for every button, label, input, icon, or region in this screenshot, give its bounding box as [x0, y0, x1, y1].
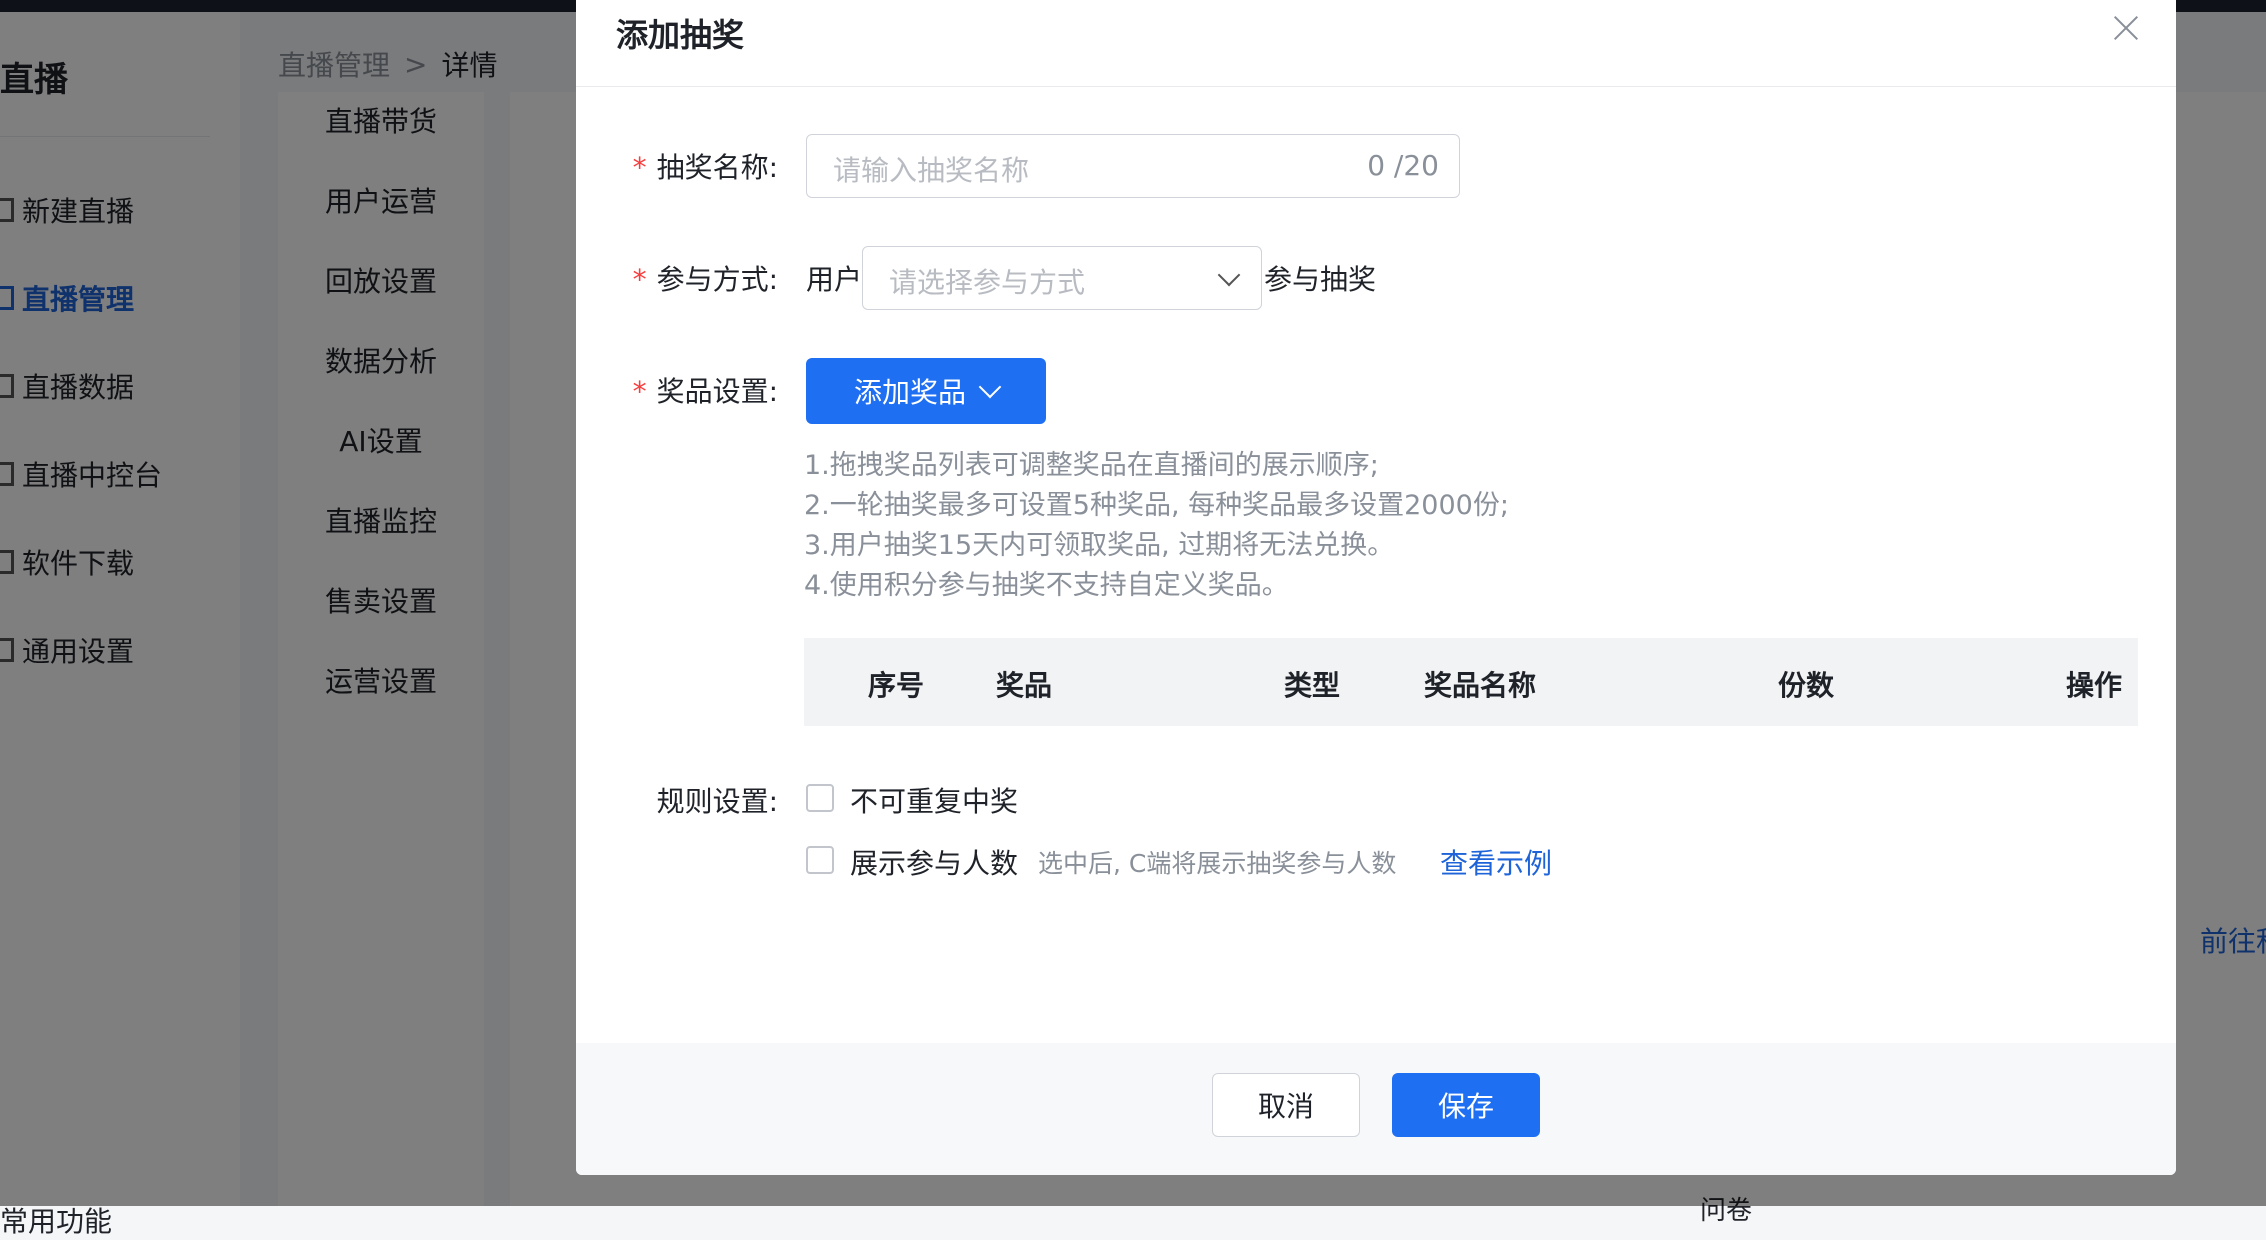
add-prize-button[interactable]: 添加奖品 — [806, 358, 1046, 424]
rules-label-wrap: 规则设置: — [576, 780, 778, 820]
column-header-type: 类型 — [1284, 669, 1341, 702]
tip-line: 3.用户抽奖15天内可领取奖品, 过期将无法兑换。 — [804, 530, 1395, 561]
show-participants-label[interactable]: 展示参与人数 — [850, 842, 1018, 882]
prize-settings-label: * 奖品设置: — [632, 375, 778, 408]
prize-label-wrap: * 奖品设置: — [576, 370, 778, 410]
tip-line: 1.拖拽奖品列表可调整奖品在直播间的展示顺序; — [804, 450, 1379, 481]
no-repeat-win-label[interactable]: 不可重复中奖 — [850, 780, 1018, 820]
chevron-down-icon — [978, 375, 1002, 399]
required-mark: * — [632, 375, 647, 408]
column-header-quantity: 份数 — [1778, 669, 1835, 702]
rules-label: 规则设置: — [656, 785, 778, 818]
tip-line: 4.使用积分参与抽奖不支持自定义奖品。 — [804, 570, 1289, 601]
add-lottery-modal: 添加抽奖 * 抽奖名称: 请输入抽奖名称 0 /20 * 参与方式: 用户 请选择参… — [576, 0, 2176, 1175]
tip-line: 2.一轮抽奖最多可设置5种奖品, 每种奖品最多设置2000份; — [804, 490, 1509, 521]
close-icon[interactable] — [2108, 10, 2144, 46]
participation-prefix: 用户 — [806, 263, 863, 296]
participation-label-wrap: * 参与方式: — [576, 258, 778, 298]
lottery-name-label: * 抽奖名称: — [632, 151, 778, 184]
lottery-name-input[interactable]: 请输入抽奖名称 0 /20 — [806, 134, 1460, 198]
chevron-down-icon — [1217, 263, 1241, 287]
char-counter: 0 /20 — [1367, 149, 1439, 182]
modal-header: 添加抽奖 — [576, 0, 2176, 87]
show-participants-checkbox[interactable] — [806, 846, 834, 874]
column-header-actions: 操作 — [2066, 669, 2123, 702]
lottery-name-placeholder: 请输入抽奖名称 — [833, 154, 1030, 187]
add-prize-label: 添加奖品 — [853, 376, 966, 409]
column-header-index: 序号 — [868, 669, 925, 702]
required-mark: * — [632, 263, 647, 296]
save-button[interactable]: 保存 — [1392, 1073, 1540, 1137]
sidebar-item-common-functions[interactable]: 常用功能 — [0, 1200, 112, 1240]
participation-select[interactable]: 请选择参与方式 — [862, 246, 1262, 310]
view-example-link[interactable]: 查看示例 — [1440, 842, 1552, 882]
participation-suffix: 参与抽奖 — [1264, 263, 1377, 296]
column-header-prize: 奖品 — [996, 669, 1053, 702]
column-header-prize-name: 奖品名称 — [1424, 669, 1537, 702]
prize-table-header: 序号 奖品 类型 奖品名称 份数 操作 — [804, 638, 2138, 726]
modal-title: 添加抽奖 — [616, 16, 745, 54]
show-participants-hint: 选中后, C端将展示抽奖参与人数 — [1038, 849, 1397, 878]
participation-label: * 参与方式: — [632, 263, 778, 296]
lottery-name-label-wrap: * 抽奖名称: — [576, 146, 778, 186]
no-repeat-win-checkbox[interactable] — [806, 784, 834, 812]
required-mark: * — [632, 151, 647, 184]
cancel-button[interactable]: 取消 — [1212, 1073, 1360, 1137]
prize-tips: 1.拖拽奖品列表可调整奖品在直播间的展示顺序; 2.一轮抽奖最多可设置5种奖品,… — [804, 446, 1509, 606]
participation-placeholder: 请选择参与方式 — [889, 266, 1086, 299]
modal-footer: 取消 保存 — [576, 1043, 2176, 1175]
